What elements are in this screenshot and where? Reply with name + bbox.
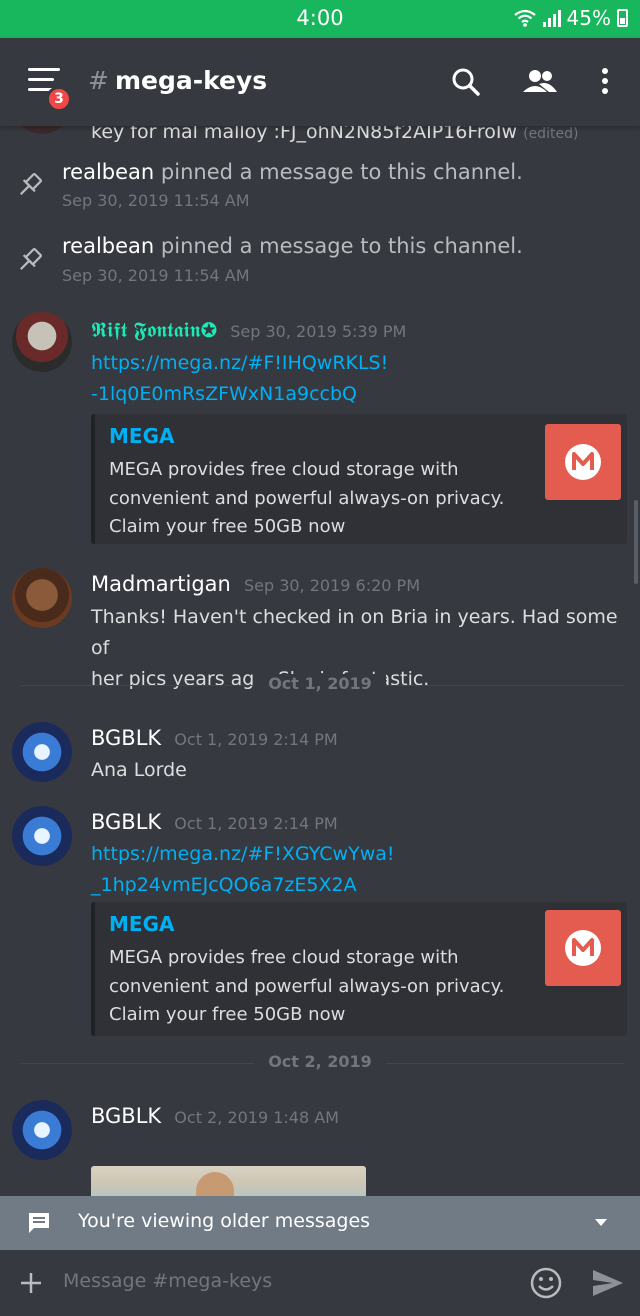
- avatar[interactable]: [12, 312, 72, 372]
- embed-desc-line: convenient and powerful always-on privac…: [109, 487, 505, 509]
- edited-label: (edited): [523, 126, 579, 142]
- username[interactable]: BGBLK: [91, 1104, 161, 1128]
- message-timestamp: Sep 30, 2019 6:20 PM: [243, 576, 420, 595]
- username[interactable]: BGBLK: [91, 726, 161, 750]
- link-line[interactable]: https://mega.nz/#F!IHQwRKLS!: [91, 348, 388, 379]
- message-list[interactable]: key for mal malloy :FJ_ohN2N85f2AIP16Fro…: [0, 126, 640, 1196]
- message-header: BGBLK Oct 1, 2019 2:14 PM: [91, 810, 338, 834]
- older-messages-bar[interactable]: You're viewing older messages: [0, 1196, 640, 1250]
- hash-symbol: #: [88, 66, 109, 95]
- signal-icon: [542, 9, 561, 27]
- embed-description: MEGA provides free cloud storage with co…: [109, 944, 529, 1030]
- battery-percent: 45%: [566, 6, 611, 30]
- message-cut-line: key for mal malloy :FJ_ohN2N85f2AIP16Fro…: [91, 126, 578, 150]
- message-header: Madmartigan Sep 30, 2019 6:20 PM: [91, 572, 420, 596]
- message-timestamp: Oct 1, 2019 2:14 PM: [174, 814, 338, 833]
- channel-name: mega-keys: [114, 66, 268, 95]
- pin-text: pinned a message to this channel.: [160, 160, 523, 184]
- date-divider-label: Oct 2, 2019: [0, 1052, 640, 1071]
- message-link[interactable]: https://mega.nz/#F!XGYCwYwa! _1hp24vmEJc…: [91, 839, 395, 901]
- more-vert-icon[interactable]: [598, 62, 612, 102]
- message-header: 𝕽𝖎𝖋𝖙 𝕱𝖔𝖓𝖙𝖆𝖎𝖓✪ Sep 30, 2019 5:39 PM: [91, 318, 406, 343]
- pin-text: pinned a message to this channel.: [160, 234, 523, 258]
- message-header: BGBLK Oct 2, 2019 1:48 AM: [91, 1104, 339, 1128]
- message-timestamp: Sep 30, 2019 5:39 PM: [230, 322, 407, 341]
- username[interactable]: BGBLK: [91, 810, 161, 834]
- date-divider-label: Oct 1, 2019: [0, 674, 640, 693]
- channel-header: 3 # mega-keys: [0, 38, 640, 126]
- link-line[interactable]: -1lq0E0mRsZFWxN1a9ccbQ: [91, 379, 388, 410]
- avatar[interactable]: [12, 722, 72, 782]
- older-messages-text: You're viewing older messages: [78, 1210, 371, 1232]
- members-icon[interactable]: [521, 62, 559, 102]
- pin-timestamp: Sep 30, 2019 11:54 AM: [62, 191, 250, 210]
- embed-desc-line: Claim your free 50GB now: [109, 1004, 346, 1025]
- embed-title[interactable]: MEGA: [109, 912, 174, 936]
- pin-user[interactable]: realbean: [62, 234, 154, 258]
- date-label: Oct 1, 2019: [254, 674, 386, 693]
- embed-title[interactable]: MEGA: [109, 424, 174, 448]
- message-link[interactable]: https://mega.nz/#F!IHQwRKLS! -1lq0E0mRsZ…: [91, 348, 388, 410]
- link-line[interactable]: _1hp24vmEJcQO6a7zE5X2A: [91, 870, 395, 901]
- embed-desc-line: MEGA provides free cloud storage with: [109, 947, 459, 968]
- username[interactable]: 𝕽𝖎𝖋𝖙 𝕱𝖔𝖓𝖙𝖆𝖎𝖓✪: [91, 318, 217, 342]
- send-icon[interactable]: [591, 1267, 625, 1299]
- embed-thumbnail[interactable]: [545, 910, 621, 986]
- message-header: BGBLK Oct 1, 2019 2:14 PM: [91, 726, 338, 750]
- avatar[interactable]: [12, 1100, 72, 1160]
- dropdown-icon[interactable]: [592, 1216, 610, 1230]
- embed-thumbnail[interactable]: [545, 424, 621, 500]
- message-composer: Message #mega-keys: [0, 1250, 640, 1316]
- date-label: Oct 2, 2019: [254, 1052, 386, 1071]
- pin-notice: realbean pinned a message to this channe…: [62, 160, 523, 184]
- message-timestamp: Oct 2, 2019 1:48 AM: [174, 1108, 339, 1127]
- avatar[interactable]: [12, 568, 72, 628]
- embed-desc-line: convenient and powerful always-on privac…: [109, 975, 505, 997]
- status-icons: 45%: [513, 6, 628, 30]
- image-subject: [196, 1172, 234, 1196]
- avatar[interactable]: [12, 126, 72, 134]
- link-line[interactable]: https://mega.nz/#F!XGYCwYwa!: [91, 839, 395, 870]
- message-timestamp: Oct 1, 2019 2:14 PM: [174, 730, 338, 749]
- mega-logo-icon: [565, 930, 601, 966]
- message-icon: [29, 1213, 49, 1233]
- wifi-icon: [513, 9, 536, 27]
- battery-icon: [617, 9, 628, 27]
- message-text: key for mal malloy :FJ_ohN2N85f2AIP16Fro…: [91, 126, 518, 143]
- mega-logo-icon: [565, 444, 601, 480]
- link-embed[interactable]: MEGA MEGA provides free cloud storage wi…: [91, 902, 627, 1036]
- pin-user[interactable]: realbean: [62, 160, 154, 184]
- scrollbar[interactable]: [634, 500, 638, 584]
- embed-description: MEGA provides free cloud storage with co…: [109, 456, 529, 542]
- image-attachment[interactable]: [91, 1166, 366, 1196]
- channel-title: # mega-keys: [88, 66, 267, 95]
- message-line: Thanks! Haven't checked in on Bria in ye…: [91, 606, 618, 659]
- plus-icon[interactable]: [18, 1270, 44, 1296]
- status-bar: 4:00 45%: [0, 0, 640, 38]
- embed-desc-line: MEGA provides free cloud storage with: [109, 459, 459, 480]
- pin-notice: realbean pinned a message to this channe…: [62, 234, 523, 258]
- search-icon[interactable]: [450, 62, 482, 102]
- avatar[interactable]: [12, 806, 72, 866]
- embed-desc-line: Claim your free 50GB now: [109, 516, 346, 537]
- message-body: Ana Lorde: [91, 759, 187, 781]
- pin-icon: [20, 173, 42, 195]
- emoji-icon[interactable]: [529, 1266, 563, 1300]
- unread-badge: 3: [46, 86, 72, 112]
- pin-icon: [20, 248, 42, 270]
- pin-timestamp: Sep 30, 2019 11:54 AM: [62, 266, 250, 285]
- link-embed[interactable]: MEGA MEGA provides free cloud storage wi…: [91, 414, 627, 544]
- username[interactable]: Madmartigan: [91, 572, 231, 596]
- message-input[interactable]: Message #mega-keys: [63, 1270, 272, 1292]
